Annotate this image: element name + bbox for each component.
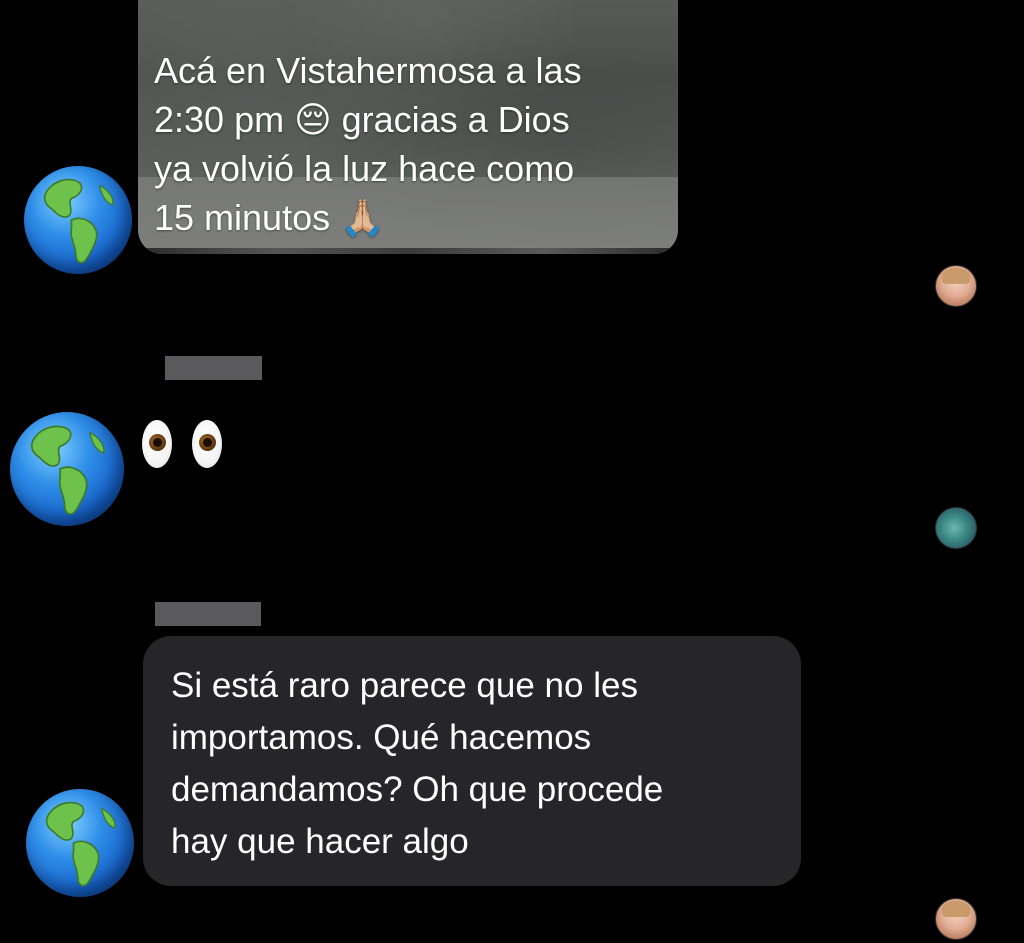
sender-avatar-globe-icon[interactable]	[10, 412, 124, 526]
globe-icon	[43, 178, 114, 264]
photo-bottom-strip	[138, 248, 678, 254]
pupil-right	[199, 434, 216, 452]
sender-name-redacted	[155, 602, 261, 626]
globe-icon	[45, 801, 116, 887]
sender-avatar-globe-icon[interactable]	[26, 789, 134, 897]
globe-icon	[30, 425, 105, 515]
eye-left-icon	[142, 420, 172, 468]
message-text: Si está raro parece que no les importamo…	[171, 666, 664, 861]
eye-right-icon	[192, 420, 222, 468]
read-receipt-avatar	[935, 507, 977, 549]
read-receipt-avatar	[935, 265, 977, 307]
read-receipt-avatar	[935, 898, 977, 940]
text-message-bubble[interactable]: Si está raro parece que no les importamo…	[143, 636, 801, 886]
pupil-left	[149, 434, 166, 452]
image-message-bubble[interactable]: Acá en Vistahermosa a las 2:30 pm 😔 grac…	[138, 0, 678, 254]
sender-name-redacted	[165, 356, 262, 380]
sender-avatar-globe-icon[interactable]	[24, 166, 132, 274]
image-caption: Acá en Vistahermosa a las 2:30 pm 😔 grac…	[154, 50, 582, 238]
